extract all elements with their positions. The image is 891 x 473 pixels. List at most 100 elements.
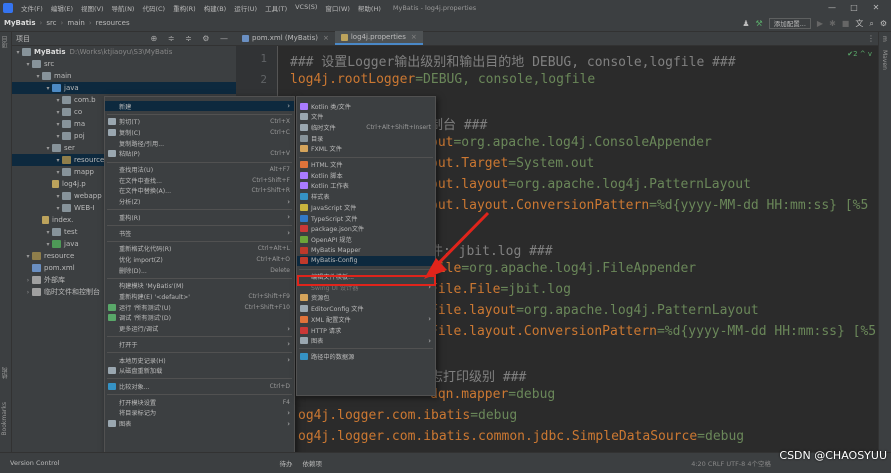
- close-window-button[interactable]: ✕: [865, 3, 887, 12]
- expand-arrow-icon[interactable]: ▾: [54, 157, 62, 164]
- menu-item[interactable]: 文件(F): [17, 3, 47, 13]
- menu-item[interactable]: 查找用法(U) Alt+F7: [105, 165, 294, 175]
- menu-item[interactable]: 运行 '所有测试'(U) Ctrl+Shift+F10: [105, 302, 294, 312]
- editor-tab[interactable]: pom.xml (MyBatis) ×: [236, 31, 335, 45]
- menu-item[interactable]: Kotlin 脚本: [297, 170, 435, 180]
- menu-item[interactable]: 在文件中查找... Ctrl+Shift+F: [105, 175, 294, 185]
- menu-item[interactable]: 新建 ›: [105, 101, 294, 111]
- expand-arrow-icon[interactable]: ▾: [54, 133, 62, 140]
- maven-tool-tab[interactable]: Maven: [881, 50, 888, 70]
- menu-item[interactable]: 调试 '所有测试'(D): [105, 313, 294, 323]
- expand-arrow-icon[interactable]: ▾: [44, 85, 52, 92]
- tree-row[interactable]: ▾ java: [12, 82, 236, 94]
- menu-item[interactable]: 复制(C) Ctrl+C: [105, 127, 294, 137]
- tree-row[interactable]: ▾ main: [12, 70, 236, 82]
- expand-arrow-icon[interactable]: ▾: [54, 193, 62, 200]
- menu-item[interactable]: 资源包: [297, 293, 435, 303]
- close-tab-icon[interactable]: ×: [411, 33, 417, 41]
- menu-item[interactable]: 本地历史记录(H) ›: [105, 355, 294, 365]
- bookmarks-tool-tab[interactable]: Bookmarks: [1, 402, 8, 436]
- expand-arrow-icon[interactable]: ▾: [24, 61, 32, 68]
- todo-tab[interactable]: 待办: [279, 458, 292, 468]
- menu-item[interactable]: JavaScript 文件: [297, 202, 435, 212]
- menu-item[interactable]: EditorConfig 文件: [297, 304, 435, 314]
- close-tab-icon[interactable]: ×: [323, 34, 329, 42]
- editor-tab[interactable]: log4j.properties ×: [334, 31, 423, 45]
- project-panel-title[interactable]: 项目: [16, 34, 30, 44]
- menu-item[interactable]: Kotlin 工作表: [297, 181, 435, 191]
- translate-icon[interactable]: 文: [855, 18, 863, 29]
- expand-arrow-icon[interactable]: ▾: [44, 145, 52, 152]
- expand-arrow-icon[interactable]: ▾: [54, 97, 62, 104]
- menu-item[interactable]: 打开模块设置 F4: [105, 397, 294, 407]
- structure-tool-tab[interactable]: 结构: [1, 367, 10, 379]
- expand-arrow-icon[interactable]: ▾: [54, 205, 62, 212]
- expand-arrow-icon[interactable]: ▾: [54, 109, 62, 116]
- expand-arrow-icon[interactable]: ›: [24, 289, 32, 296]
- project-tool-tab[interactable]: 项目: [1, 36, 10, 48]
- menu-item[interactable]: 粘贴(P) Ctrl+V: [105, 149, 294, 159]
- menu-item[interactable]: 分析(Z) ›: [105, 197, 294, 207]
- menu-item[interactable]: HTML 文件: [297, 160, 435, 170]
- menu-item[interactable]: 打开于 ›: [105, 339, 294, 349]
- version-control-tab[interactable]: Version Control: [10, 459, 59, 467]
- gear-icon[interactable]: ⚙: [880, 19, 887, 28]
- search-icon[interactable]: ⌕: [869, 19, 873, 29]
- menu-item[interactable]: 路径中的数据源: [297, 351, 435, 361]
- breadcrumb-resources[interactable]: resources: [92, 19, 134, 27]
- inspection-widget[interactable]: ✔2 ^ v: [847, 50, 872, 58]
- menu-item[interactable]: 样式表: [297, 192, 435, 202]
- menu-item[interactable]: 剪切(T) Ctrl+X: [105, 117, 294, 127]
- menu-item[interactable]: 窗口(W): [321, 3, 354, 13]
- menu-item[interactable]: OpenAPI 规范: [297, 234, 435, 244]
- breadcrumb-main[interactable]: main: [63, 19, 89, 27]
- menu-item[interactable]: 删除(D)... Delete: [105, 265, 294, 275]
- menu-item[interactable]: 构建模块 'MyBatis'(M): [105, 281, 294, 291]
- breadcrumb-src[interactable]: src: [42, 19, 60, 27]
- menu-item[interactable]: XML 配置文件 ›: [297, 314, 435, 324]
- menu-item[interactable]: HTTP 请求: [297, 325, 435, 335]
- menu-item[interactable]: 重新构建(E) '<default>' Ctrl+Shift+F9: [105, 292, 294, 302]
- menu-item[interactable]: MyBatis-Config: [297, 255, 435, 266]
- add-configuration-button[interactable]: 添加配置...: [768, 18, 811, 29]
- menu-item[interactable]: 工具(T): [261, 3, 291, 13]
- dependencies-tab[interactable]: 依赖项: [302, 458, 322, 468]
- menu-item[interactable]: 构建(B): [200, 3, 231, 13]
- menu-item[interactable]: 重构(R) ›: [105, 212, 294, 222]
- tree-row[interactable]: ▾ src: [12, 58, 236, 70]
- menu-item[interactable]: Kotlin 类/文件: [297, 101, 435, 111]
- menu-item[interactable]: TypeScript 文件: [297, 213, 435, 223]
- expand-arrow-icon[interactable]: ▾: [44, 229, 52, 236]
- project-panel-tools[interactable]: ⊕ ≑ ≑ ⚙ —: [151, 34, 232, 43]
- minimize-button[interactable]: —: [821, 3, 843, 12]
- expand-arrow-icon[interactable]: ▾: [34, 73, 42, 80]
- debug-icon[interactable]: ✱: [829, 19, 836, 28]
- menu-item[interactable]: 帮助(H): [354, 3, 385, 13]
- menu-item[interactable]: 编辑(E): [47, 3, 77, 13]
- menu-item[interactable]: 优化 import(Z) Ctrl+Alt+O: [105, 254, 294, 264]
- tree-row-root[interactable]: ▾ MyBatis D:\Works\ktjiaoyu\S3\MyBatis: [12, 46, 236, 58]
- expand-arrow-icon[interactable]: ▾: [54, 169, 62, 176]
- menu-item[interactable]: 书签 ›: [105, 228, 294, 238]
- menu-item[interactable]: 从磁盘重新加载: [105, 366, 294, 376]
- menu-item[interactable]: 代码(C): [138, 3, 169, 13]
- menu-item[interactable]: FXML 文件: [297, 144, 435, 154]
- hammer-icon[interactable]: ⚒: [756, 19, 763, 28]
- menu-item[interactable]: 将目录标记为 ›: [105, 408, 294, 418]
- expand-arrow-icon[interactable]: ▾: [14, 49, 22, 56]
- menu-item[interactable]: 运行(U): [230, 3, 261, 13]
- menu-item[interactable]: 导航(N): [108, 3, 139, 13]
- menu-item[interactable]: 临时文件 Ctrl+Alt+Shift+Insert: [297, 122, 435, 132]
- expand-arrow-icon[interactable]: ›: [24, 277, 32, 284]
- expand-arrow-icon[interactable]: ▾: [24, 253, 32, 260]
- breadcrumb-project[interactable]: MyBatis: [0, 19, 40, 27]
- menu-item[interactable]: 图表 ›: [297, 336, 435, 346]
- menu-item[interactable]: 视图(V): [77, 3, 108, 13]
- menu-item[interactable]: 在文件中替换(A)... Ctrl+Shift+R: [105, 186, 294, 196]
- menu-item[interactable]: 重构(R): [169, 3, 200, 13]
- menu-item[interactable]: 图表 ›: [105, 419, 294, 429]
- menu-item[interactable]: 比较对象... Ctrl+D: [105, 381, 294, 391]
- expand-arrow-icon[interactable]: ▾: [44, 241, 52, 248]
- menu-item[interactable]: 目录: [297, 133, 435, 143]
- user-icon[interactable]: ♟: [742, 19, 749, 28]
